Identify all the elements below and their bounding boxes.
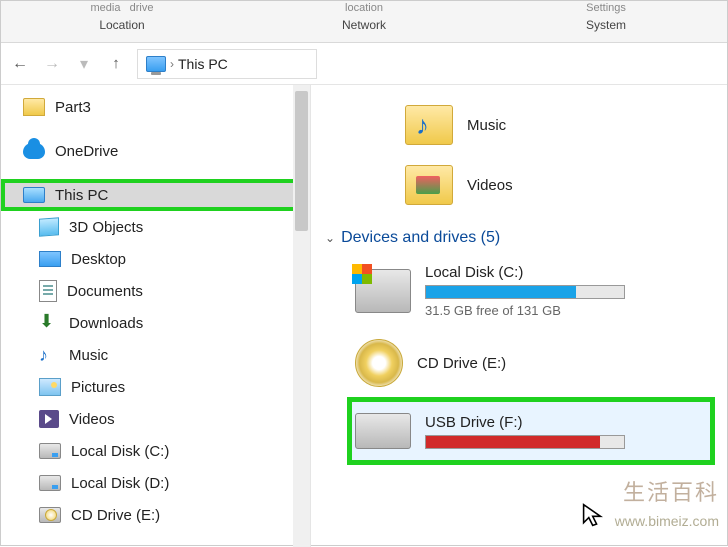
desktop-icon: [39, 251, 61, 267]
video-icon: [39, 410, 59, 428]
tree-item-music[interactable]: Music: [1, 339, 310, 371]
folder-icon: [23, 98, 45, 116]
chevron-right-icon: ›: [170, 57, 174, 71]
tree-item-label: Videos: [69, 411, 115, 428]
usage-text: 31.5 GB free of 131 GB: [425, 303, 625, 318]
music-folder-icon: [405, 105, 453, 145]
cd-drive-icon: [355, 339, 403, 387]
watermark-text: 生活百科: [623, 475, 719, 507]
library-label: Videos: [467, 177, 513, 194]
download-icon: [39, 313, 59, 333]
sidebar-scrollbar[interactable]: [293, 85, 310, 547]
tree-item-part3[interactable]: Part3: [1, 91, 310, 123]
tree-item-label: Desktop: [71, 251, 126, 268]
library-label: Music: [467, 117, 506, 134]
drive-cd-e[interactable]: CD Drive (E:): [355, 327, 713, 399]
drive-label: Local Disk (C:): [425, 264, 625, 281]
drive-local-c[interactable]: Local Disk (C:) 31.5 GB free of 131 GB: [355, 255, 713, 327]
drive-usb-f[interactable]: USB Drive (F:): [355, 403, 707, 459]
tree-item-label: This PC: [55, 187, 108, 204]
tree-item-documents[interactable]: Documents: [1, 275, 310, 307]
drive-icon: [355, 269, 411, 313]
breadcrumb[interactable]: › This PC: [137, 49, 317, 79]
drive-icon: [39, 507, 61, 523]
this-pc-icon: [146, 56, 166, 72]
tree-item-downloads[interactable]: Downloads: [1, 307, 310, 339]
devices-drives-header[interactable]: ⌄ Devices and drives (5): [325, 229, 713, 247]
drive-label: CD Drive (E:): [417, 355, 506, 372]
ribbon-group-network: location Network: [243, 1, 485, 32]
tree-item-videos[interactable]: Videos: [1, 403, 310, 435]
mouse-cursor-icon: [581, 502, 607, 535]
library-music[interactable]: Music: [405, 95, 713, 155]
breadcrumb-segment[interactable]: This PC: [178, 56, 228, 72]
usage-bar: [425, 285, 625, 299]
doc-icon: [39, 280, 57, 302]
music-icon: [39, 345, 59, 365]
scrollbar-thumb[interactable]: [295, 91, 308, 231]
tree-item-pictures[interactable]: Pictures: [1, 371, 310, 403]
forward-button[interactable]: →: [41, 53, 63, 75]
tree-item-label: Documents: [67, 283, 143, 300]
tree-item-label: Part3: [55, 99, 91, 116]
cube-icon: [39, 217, 59, 236]
tree-item-this-pc[interactable]: This PC: [1, 179, 310, 211]
pic-icon: [39, 378, 61, 396]
tree-item-label: Local Disk (D:): [71, 475, 169, 492]
usb-drive-icon: [355, 413, 411, 449]
videos-folder-icon: [405, 165, 453, 205]
ribbon-group-location: media drive Location: [1, 1, 243, 32]
drive-icon: [39, 443, 61, 459]
tree-item-onedrive[interactable]: OneDrive: [1, 135, 310, 167]
tree-item-local-disk-c[interactable]: Local Disk (C:): [1, 435, 310, 467]
tree-item-cd-drive-e[interactable]: CD Drive (E:): [1, 499, 310, 531]
tree-item-desktop[interactable]: Desktop: [1, 243, 310, 275]
address-bar: ← → ▾ ↑ › This PC: [1, 43, 727, 85]
history-dropdown[interactable]: ▾: [73, 53, 95, 75]
drive-icon: [39, 475, 61, 491]
back-button[interactable]: ←: [9, 53, 31, 75]
drive-usb-f-highlighted: USB Drive (F:): [349, 399, 713, 463]
usage-bar: [425, 435, 625, 449]
navigation-pane: Part3 OneDrive This PC 3D Objects Desktop Doc…: [1, 85, 311, 547]
tree-item-label: Pictures: [71, 379, 125, 396]
tree-item-label: Downloads: [69, 315, 143, 332]
tree-item-label: CD Drive (E:): [71, 507, 160, 524]
up-button[interactable]: ↑: [105, 53, 127, 75]
drive-label: USB Drive (F:): [425, 414, 625, 431]
cloud-icon: [23, 143, 45, 159]
chevron-down-icon: ⌄: [325, 231, 335, 245]
tree-item-label: OneDrive: [55, 143, 118, 160]
tree-item-3d-objects[interactable]: 3D Objects: [1, 211, 310, 243]
tree-item-label: 3D Objects: [69, 219, 143, 236]
watermark-url: www.bimeiz.com: [615, 513, 719, 529]
tree-item-label: Local Disk (C:): [71, 443, 169, 460]
content-pane: Music Videos ⌄ Devices and drives (5) Loc…: [311, 85, 727, 547]
monitor-icon: [23, 187, 45, 203]
ribbon-group-system: Settings System: [485, 1, 727, 32]
tree-item-label: Music: [69, 347, 108, 364]
ribbon: media drive Location location Network Se…: [1, 1, 727, 43]
tree-item-local-disk-d[interactable]: Local Disk (D:): [1, 467, 310, 499]
library-videos[interactable]: Videos: [405, 155, 713, 215]
